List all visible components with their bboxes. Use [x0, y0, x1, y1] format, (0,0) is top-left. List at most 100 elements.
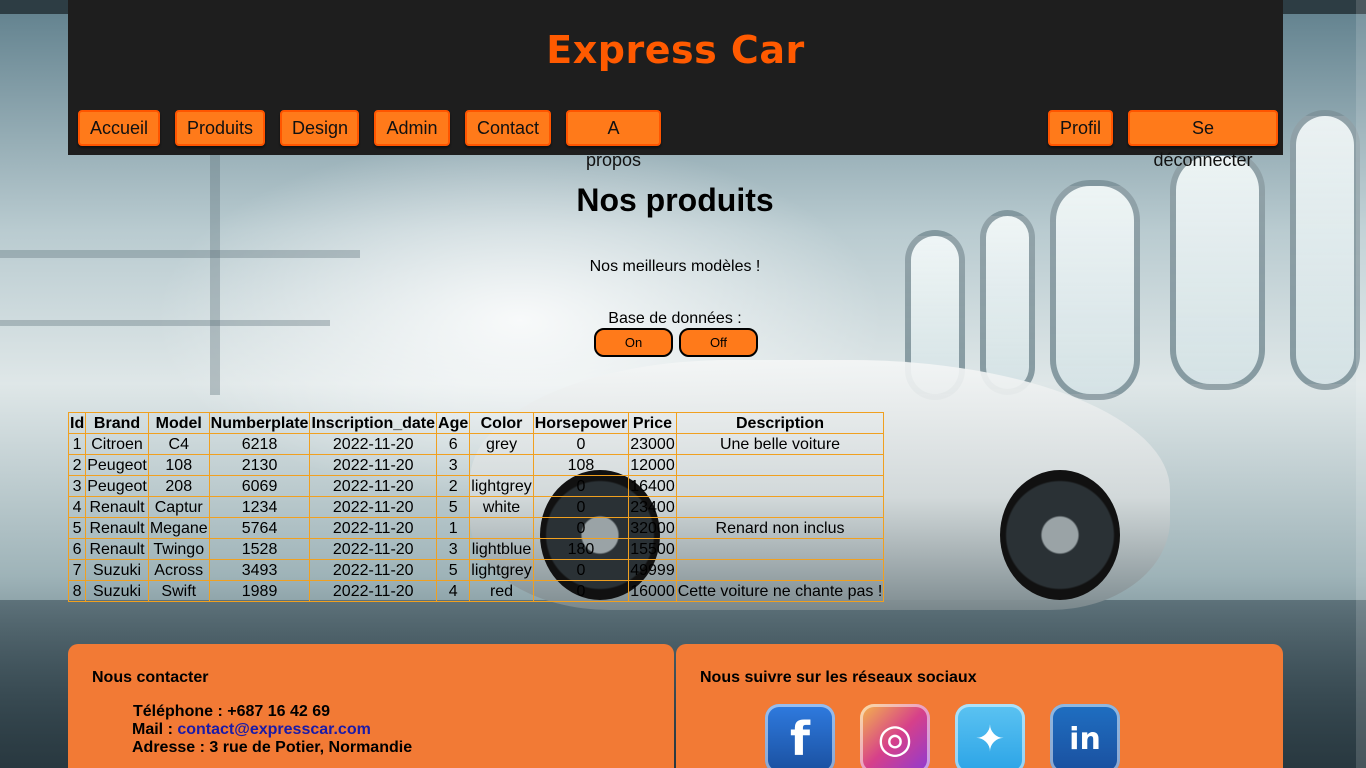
- cell-description: [675, 559, 885, 581]
- cell-description: [675, 454, 885, 476]
- cell-color: white: [469, 496, 534, 518]
- cell-brand: Suzuki: [85, 580, 149, 602]
- column-header-color: Color: [469, 412, 534, 434]
- table-header-row: Id Brand Model Numberplate Inscription_d…: [67, 412, 885, 434]
- table-row: 3 Peugeot 208 6069 2022-11-20 2 lightgrey 0 1640…: [67, 475, 885, 497]
- cell-age: 6: [436, 433, 471, 455]
- site-title: Express Car: [546, 28, 805, 72]
- linkedin-glyph: in: [1069, 721, 1101, 757]
- cell-brand: Peugeot: [85, 454, 149, 476]
- cell-model: C4: [147, 433, 210, 455]
- cell-color: [469, 517, 534, 539]
- cell-age: 5: [436, 496, 471, 518]
- products-table-body: 1 Citroen C4 6218 2022-11-20 6 grey 0 23000 Une b…: [67, 433, 885, 602]
- table-row: 4 Renault Captur 1234 2022-11-20 5 white 0 23400: [67, 496, 885, 518]
- table-row: 2 Peugeot 108 2130 2022-11-20 3 108 12000: [67, 454, 885, 476]
- cell-model: Swift: [147, 580, 210, 602]
- cell-age: 2: [436, 475, 471, 497]
- cell-description: Renard non inclus: [675, 517, 885, 539]
- cell-inscription-date: 2022-11-20: [309, 454, 438, 476]
- cell-color: lightgrey: [469, 475, 534, 497]
- products-table: Id Brand Model Numberplate Inscription_d…: [67, 412, 885, 602]
- cell-numberplate: 6218: [208, 433, 311, 455]
- footer-contact-panel: Nous contacter Téléphone : +687 16 42 69…: [68, 644, 674, 768]
- cell-horsepower: 0: [532, 496, 630, 518]
- cell-numberplate: 5764: [208, 517, 311, 539]
- page-title: Nos produits: [576, 182, 774, 218]
- cell-numberplate: 6069: [208, 475, 311, 497]
- cell-color: red: [469, 580, 534, 602]
- cell-brand: Peugeot: [85, 475, 149, 497]
- cell-price: 16000: [628, 580, 677, 602]
- cell-brand: Suzuki: [85, 559, 149, 581]
- cell-id: 3: [67, 475, 87, 497]
- cell-model: 108: [147, 454, 210, 476]
- facebook-icon[interactable]: f: [765, 704, 835, 768]
- column-header-horsepower: Horsepower: [532, 412, 630, 434]
- twitter-glyph: ✦: [974, 718, 1006, 760]
- cell-age: 5: [436, 559, 471, 581]
- linkedin-icon[interactable]: in: [1050, 704, 1120, 768]
- cell-inscription-date: 2022-11-20: [309, 538, 438, 560]
- cell-age: 1: [436, 517, 471, 539]
- cell-brand: Citroen: [85, 433, 149, 455]
- cell-price: 23000: [628, 433, 677, 455]
- cell-horsepower: 0: [532, 433, 630, 455]
- instagram-glyph: ◎: [877, 716, 913, 762]
- contact-mail-link[interactable]: contact@expresscar.com: [177, 721, 370, 738]
- cell-id: 6: [67, 538, 87, 560]
- database-off-button[interactable]: Off: [679, 328, 758, 357]
- cell-price: 16400: [628, 475, 677, 497]
- column-header-inscription-date: Inscription_date: [309, 412, 438, 434]
- table-row: 8 Suzuki Swift 1989 2022-11-20 4 red 0 16000 Cett…: [67, 580, 885, 602]
- table-row: 5 Renault Megane 5764 2022-11-20 1 0 32000 Renar…: [67, 517, 885, 539]
- nav-contact-button[interactable]: Contact: [465, 110, 551, 146]
- cell-color: [469, 454, 534, 476]
- database-on-button[interactable]: On: [594, 328, 673, 357]
- twitter-icon[interactable]: ✦: [955, 704, 1025, 768]
- cell-horsepower: 0: [532, 580, 630, 602]
- page-scrollbar[interactable]: [1356, 0, 1366, 768]
- nav-accueil-button[interactable]: Accueil: [78, 110, 160, 146]
- cell-inscription-date: 2022-11-20: [309, 433, 438, 455]
- cell-numberplate: 1234: [208, 496, 311, 518]
- table-row: 7 Suzuki Across 3493 2022-11-20 5 lightgrey 0 49…: [67, 559, 885, 581]
- cell-horsepower: 180: [532, 538, 630, 560]
- nav-design-button[interactable]: Design: [280, 110, 359, 146]
- cell-horsepower: 108: [532, 454, 630, 476]
- cell-inscription-date: 2022-11-20: [309, 517, 438, 539]
- cell-age: 3: [436, 538, 471, 560]
- nav-apropos-button[interactable]: A propos: [566, 110, 661, 170]
- cell-horsepower: 0: [532, 559, 630, 581]
- cell-id: 7: [67, 559, 87, 581]
- column-header-age: Age: [436, 412, 471, 434]
- contact-address: Adresse : 3 rue de Potier, Normandie: [132, 739, 413, 756]
- column-header-price: Price: [628, 412, 677, 434]
- cell-model: Across: [147, 559, 210, 581]
- nav-produits-button[interactable]: Produits: [175, 110, 265, 146]
- table-row: 1 Citroen C4 6218 2022-11-20 6 grey 0 23000 Une b…: [67, 433, 885, 455]
- nav-profil-button[interactable]: Profil: [1048, 110, 1113, 146]
- cell-price: 12000: [628, 454, 677, 476]
- cell-age: 4: [436, 580, 471, 602]
- cell-price: 23400: [628, 496, 677, 518]
- contact-mail-line: Mail : contact@expresscar.com: [132, 721, 371, 739]
- cell-id: 4: [67, 496, 87, 518]
- cell-horsepower: 0: [532, 517, 630, 539]
- cell-id: 1: [67, 433, 87, 455]
- instagram-icon[interactable]: ◎: [860, 704, 930, 768]
- cell-age: 3: [436, 454, 471, 476]
- cell-brand: Renault: [85, 517, 149, 539]
- column-header-model: Model: [147, 412, 210, 434]
- contact-phone: Téléphone : +687 16 42 69: [133, 703, 330, 720]
- logout-button[interactable]: Se déconnecter: [1128, 110, 1278, 170]
- cell-description: Cette voiture ne chante pas !: [675, 580, 885, 602]
- cell-model: 208: [147, 475, 210, 497]
- cell-id: 2: [67, 454, 87, 476]
- cell-model: Captur: [147, 496, 210, 518]
- cell-brand: Renault: [85, 496, 149, 518]
- cell-model: Megane: [147, 517, 210, 539]
- column-header-numberplate: Numberplate: [208, 412, 311, 434]
- nav-admin-button[interactable]: Admin: [374, 110, 450, 146]
- cell-description: Une belle voiture: [675, 433, 885, 455]
